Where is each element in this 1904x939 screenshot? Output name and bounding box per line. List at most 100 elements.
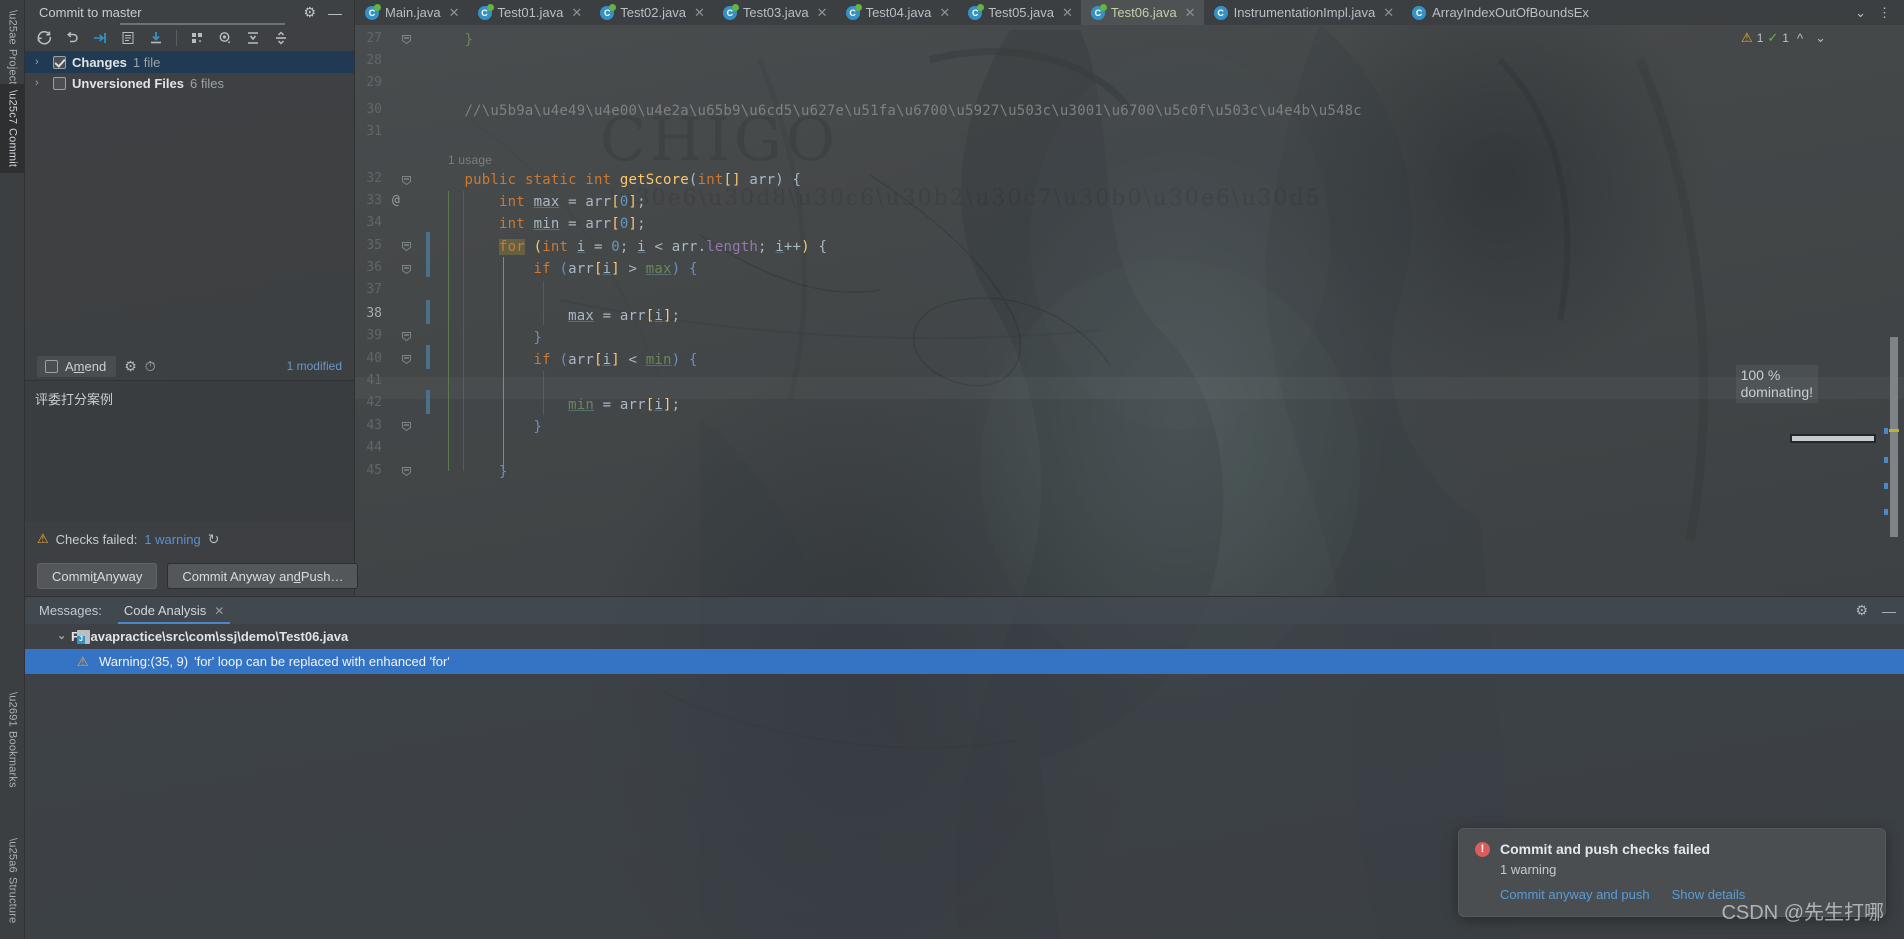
fold-start-icon[interactable] bbox=[401, 175, 412, 186]
collapse-all-icon[interactable] bbox=[268, 27, 294, 49]
rail-item-bookmarks[interactable]: \u2691 Bookmarks bbox=[0, 686, 25, 794]
tab-instrumentationimpl-java[interactable]: C InstrumentationImpl.java ✕ bbox=[1204, 0, 1403, 25]
commit-buttons-row: Commi t Anyway Commit Anyway an d Push… bbox=[25, 556, 359, 596]
group-by-icon[interactable] bbox=[184, 27, 210, 49]
change-marker[interactable] bbox=[1884, 483, 1888, 489]
line-number: 30 bbox=[366, 102, 382, 117]
tab-label: Test01.java bbox=[497, 5, 564, 20]
fold-start-icon[interactable] bbox=[401, 354, 412, 365]
changes-node-unversioned[interactable]: › Unversioned Files 6 files bbox=[25, 73, 354, 94]
tab-test04-java[interactable]: C Test04.java ✕ bbox=[836, 0, 959, 25]
minimize-icon[interactable]: — bbox=[322, 5, 348, 21]
tab-test06-java[interactable]: C Test06.java ✕ bbox=[1080, 0, 1204, 25]
line-number: 35 bbox=[366, 238, 382, 253]
line-number: 31 bbox=[366, 124, 382, 139]
error-circle-icon: ! bbox=[1475, 841, 1490, 857]
messages-header: Messages: Code Analysis ✕ ⚙ — bbox=[25, 597, 1904, 624]
warning-triangle-icon: ⚠ bbox=[77, 653, 89, 669]
tab-code-analysis[interactable]: Code Analysis ✕ bbox=[117, 603, 231, 624]
checks-warning-link[interactable]: 1 warning bbox=[144, 532, 200, 547]
diff-icon[interactable] bbox=[115, 27, 141, 49]
commit-message-input[interactable]: 评委打分案例 bbox=[25, 380, 354, 522]
refresh-changes-icon[interactable] bbox=[31, 27, 57, 49]
fold-start-icon[interactable] bbox=[401, 264, 412, 275]
tab-test02-java[interactable]: C Test02.java ✕ bbox=[590, 0, 713, 25]
close-icon[interactable]: ✕ bbox=[571, 5, 582, 21]
changes-checkbox[interactable] bbox=[53, 56, 66, 69]
rerun-icon[interactable]: ↻ bbox=[208, 531, 220, 548]
message-file-row[interactable]: ⌄ F:\javapractice\src\com\ssj\demo\Test0… bbox=[25, 624, 1904, 649]
fold-start-icon[interactable] bbox=[401, 241, 412, 252]
wallpaper-progress-bar bbox=[1790, 434, 1876, 443]
expand-all-icon[interactable] bbox=[240, 27, 266, 49]
editor-vertical-scrollbar[interactable] bbox=[1890, 337, 1898, 537]
line-number: 41 bbox=[366, 373, 382, 388]
fold-end-icon[interactable] bbox=[401, 421, 412, 432]
warning-marker[interactable] bbox=[1889, 429, 1899, 432]
amend-checkbox[interactable] bbox=[45, 359, 58, 373]
close-icon[interactable]: ✕ bbox=[694, 5, 705, 21]
tab-test05-java[interactable]: C Test05.java ✕ bbox=[958, 0, 1081, 25]
tab-test03-java[interactable]: C Test03.java ✕ bbox=[713, 0, 836, 25]
shelve-silently-icon[interactable] bbox=[87, 27, 113, 49]
java-class-icon: C bbox=[477, 3, 494, 20]
tab-more-options-icon[interactable]: ⋮ bbox=[1873, 5, 1896, 21]
rail-item-commit[interactable]: \u25c7 Commit bbox=[0, 84, 25, 174]
close-icon[interactable]: ✕ bbox=[449, 5, 460, 21]
fold-end-icon[interactable] bbox=[401, 331, 412, 342]
rail-item-project[interactable]: \u25ae Project bbox=[0, 4, 25, 91]
usage-hint[interactable]: 1 usage bbox=[448, 149, 492, 171]
commit-tool-window: Commit to master ⚙ — › Changes 1 file › … bbox=[25, 0, 359, 596]
message-warning-row[interactable]: ⚠ Warning:(35, 9) 'for' loop can be repl… bbox=[25, 649, 1904, 674]
tab-main-java[interactable]: C Main.java ✕ bbox=[355, 0, 468, 25]
commit-history-clock-icon[interactable]: ⏱ bbox=[145, 358, 156, 375]
amend-checkbox-container[interactable]: Amend bbox=[37, 355, 117, 377]
changes-node-changes[interactable]: › Changes 1 file bbox=[25, 52, 354, 73]
change-marker[interactable] bbox=[1884, 457, 1888, 463]
commit-anyway-and-push-button[interactable]: Commit Anyway an d Push… bbox=[167, 563, 359, 589]
preview-diff-icon[interactable] bbox=[212, 27, 238, 49]
close-icon[interactable]: ✕ bbox=[1185, 5, 1196, 21]
close-icon[interactable]: ✕ bbox=[214, 604, 224, 618]
update-project-icon[interactable] bbox=[143, 27, 169, 49]
tab-label: ArrayIndexOutOfBoundsEx bbox=[1432, 5, 1589, 20]
line-number-current: 38 bbox=[366, 306, 382, 321]
close-icon[interactable]: ✕ bbox=[817, 5, 828, 21]
commit-options-gear-icon[interactable]: ⚙ bbox=[124, 358, 137, 375]
change-marker[interactable] bbox=[1884, 428, 1888, 434]
unversioned-checkbox[interactable] bbox=[53, 77, 66, 90]
chevron-down-icon[interactable]: ⌄ bbox=[57, 631, 66, 642]
tab-code-analysis-label: Code Analysis bbox=[123, 603, 207, 618]
minimize-icon[interactable]: — bbox=[1882, 603, 1896, 619]
override-marker[interactable]: @ bbox=[392, 193, 400, 208]
editor-gutter[interactable]: 27 28 29 30 31 32 33 34 35 36 37 38 39 4… bbox=[355, 25, 430, 596]
rollback-icon[interactable] bbox=[59, 27, 85, 49]
modified-count-label: 1 modified bbox=[286, 359, 342, 373]
amend-label: Amend bbox=[65, 358, 107, 374]
tab-arrayindexoutofboundsex[interactable]: C ArrayIndexOutOfBoundsEx bbox=[1402, 0, 1597, 25]
change-marker[interactable] bbox=[1884, 509, 1888, 515]
close-icon[interactable]: ✕ bbox=[939, 5, 950, 21]
commit-anyway-button[interactable]: Commi t Anyway bbox=[37, 563, 158, 589]
tab-test01-java[interactable]: C Test01.java ✕ bbox=[468, 0, 591, 25]
chevron-right-icon[interactable]: › bbox=[35, 78, 44, 89]
rail-item-structure[interactable]: \u25a6 Structure bbox=[0, 832, 25, 929]
changes-tree-empty-space bbox=[25, 94, 354, 352]
chevron-right-icon[interactable]: › bbox=[35, 57, 44, 68]
close-icon[interactable]: ✕ bbox=[1062, 5, 1073, 21]
fold-end-icon[interactable] bbox=[401, 34, 412, 45]
notification-actions: Commit anyway and push Show details bbox=[1500, 887, 1869, 902]
prev-problem-icon[interactable]: ^ bbox=[1793, 31, 1807, 46]
commit-anyway-and-push-link[interactable]: Commit anyway and push bbox=[1500, 887, 1650, 902]
code-editor[interactable]: ⚠ 1 ✓ 1 ^ ⌄ 27 28 29 30 31 32 33 34 35 3… bbox=[355, 25, 1904, 596]
line-number: 36 bbox=[366, 260, 382, 275]
gear-icon[interactable]: ⚙ bbox=[1855, 602, 1868, 619]
gear-icon[interactable]: ⚙ bbox=[297, 4, 322, 21]
unversioned-count: 6 files bbox=[189, 76, 224, 91]
tab-list-chevron-icon[interactable]: ⌄ bbox=[1850, 5, 1871, 21]
show-details-link[interactable]: Show details bbox=[1672, 887, 1746, 902]
next-problem-icon[interactable]: ⌄ bbox=[1811, 30, 1830, 46]
code-text-area[interactable]: } //\u5b9a\u4e49\u4e00\u4e2a\u65b9\u6cd5… bbox=[430, 25, 1904, 596]
fold-end-icon[interactable] bbox=[401, 466, 412, 477]
close-icon[interactable]: ✕ bbox=[1383, 5, 1394, 21]
